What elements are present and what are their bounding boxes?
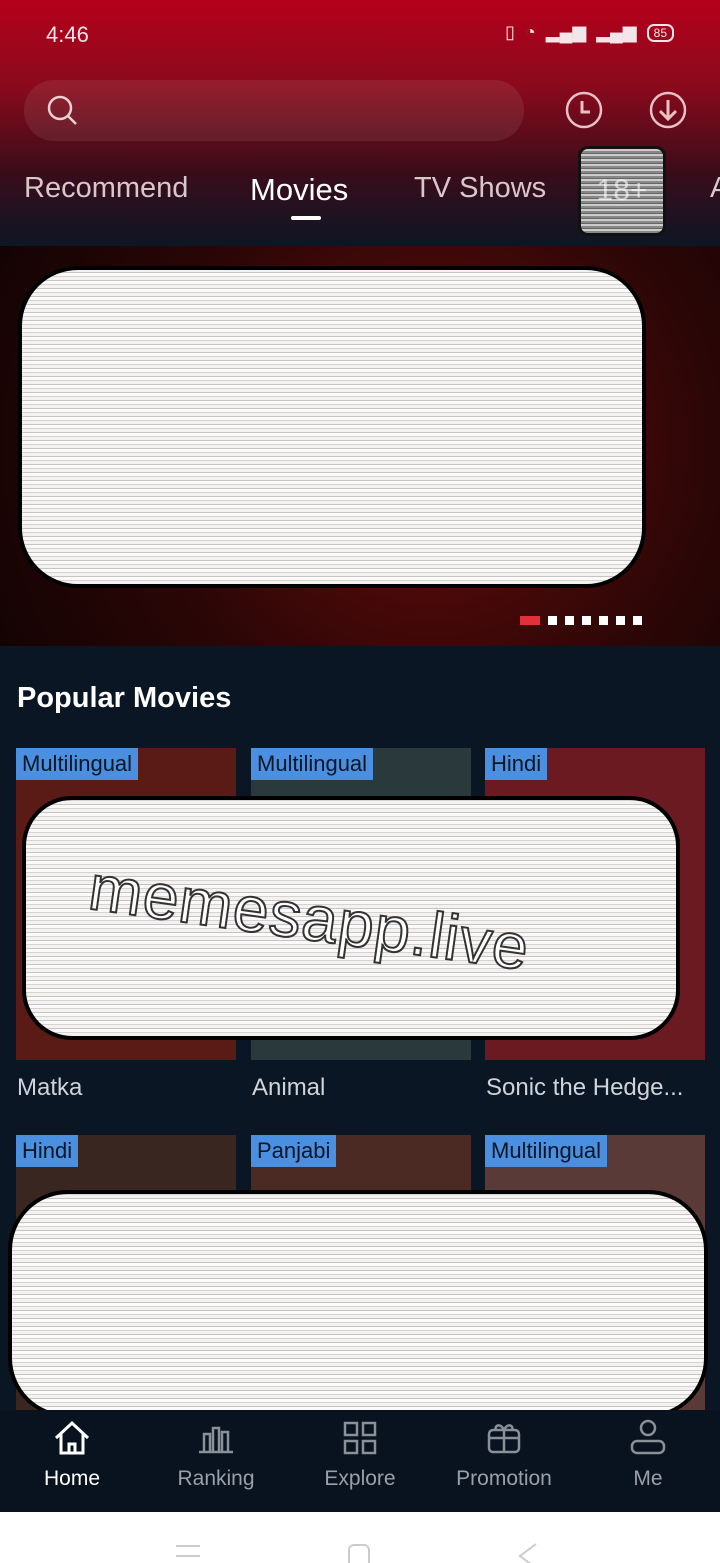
- menu-icon[interactable]: [174, 1542, 202, 1563]
- tab-tv-shows[interactable]: TV Shows: [414, 172, 546, 205]
- featured-banner[interactable]: [0, 246, 720, 646]
- movie-title[interactable]: Matka: [17, 1074, 82, 1102]
- nav-label: Ranking: [177, 1467, 255, 1490]
- gift-icon: [487, 1424, 521, 1454]
- language-badge: Hindi: [485, 748, 548, 780]
- nav-label: Me: [633, 1467, 663, 1490]
- nav-label: Promotion: [456, 1467, 552, 1490]
- pagination-dot: [520, 616, 540, 625]
- tab-movies[interactable]: Movies: [250, 172, 348, 208]
- download-icon[interactable]: [648, 90, 688, 130]
- tab-recommend[interactable]: Recommend: [24, 172, 188, 205]
- nav-ranking[interactable]: Ranking: [144, 1410, 288, 1512]
- back-icon[interactable]: [514, 1542, 542, 1563]
- status-time: 4:46: [46, 22, 89, 47]
- home-icon: [54, 1420, 90, 1455]
- header: 4:46 ▯ ◔ ▂▄▆ ▂▄▆ 85 Recommend Movies TV …: [0, 0, 720, 246]
- language-badge: Multilingual: [16, 748, 139, 780]
- pagination-dot: [633, 616, 642, 625]
- section-title: Popular Movies: [17, 682, 232, 714]
- nav-promotion[interactable]: Promotion: [432, 1410, 576, 1512]
- home-system-icon[interactable]: [346, 1542, 374, 1563]
- nav-label: Explore: [324, 1467, 396, 1490]
- ranking-icon: [199, 1426, 233, 1454]
- active-tab-indicator: [291, 216, 321, 220]
- signal-icon-2: ▂▄▆: [596, 22, 637, 42]
- tab-18-plus[interactable]: 18+: [578, 146, 666, 236]
- explore-icon: [343, 1421, 377, 1455]
- wifi-icon: ◔: [524, 22, 536, 42]
- pagination-dot: [616, 616, 625, 625]
- pagination-dot: [599, 616, 608, 625]
- language-badge: Panjabi: [251, 1135, 337, 1167]
- profile-icon: [630, 1419, 666, 1455]
- language-badge: Hindi: [16, 1135, 79, 1167]
- history-icon[interactable]: [564, 90, 604, 130]
- nav-home[interactable]: Home: [0, 1410, 144, 1512]
- tab-18-label: 18+: [596, 174, 648, 207]
- nav-explore[interactable]: Explore: [288, 1410, 432, 1512]
- pagination-dot: [548, 616, 557, 625]
- language-badge: Multilingual: [251, 748, 374, 780]
- vibrate-icon: ▯: [504, 22, 515, 42]
- banner-pagination: [520, 616, 642, 625]
- battery-icon: 85: [646, 23, 674, 42]
- movie-title[interactable]: Sonic the Hedge...: [486, 1074, 683, 1102]
- blurred-posters: [8, 1190, 708, 1418]
- movie-title[interactable]: Animal: [252, 1074, 325, 1102]
- nav-label: Home: [43, 1467, 101, 1490]
- status-icons: ▯ ◔ ▂▄▆ ▂▄▆ 85: [505, 22, 674, 43]
- pagination-dot: [582, 616, 591, 625]
- search-input[interactable]: [24, 80, 524, 141]
- system-nav-bar: [0, 1512, 720, 1563]
- language-badge: Multilingual: [485, 1135, 608, 1167]
- search-icon: [47, 95, 77, 125]
- nav-me[interactable]: Me: [576, 1410, 720, 1512]
- bottom-nav: Home Ranking Explore Promotion Me: [0, 1410, 720, 1512]
- tab-more[interactable]: A: [710, 172, 720, 205]
- blurred-banner-image: [18, 266, 646, 588]
- signal-icon: ▂▄▆: [545, 22, 587, 42]
- pagination-dot: [565, 616, 574, 625]
